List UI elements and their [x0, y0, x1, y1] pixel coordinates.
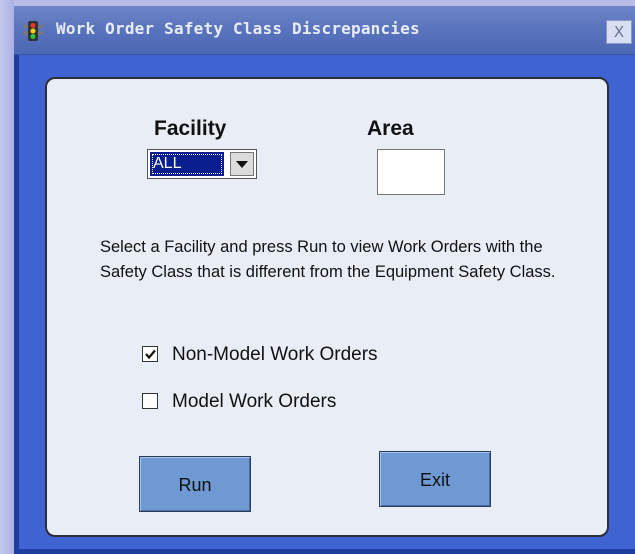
- form-panel: Facility Area ALL Select a Facility and …: [45, 77, 609, 537]
- area-input[interactable]: [377, 149, 445, 195]
- dialog-window: Work Order Safety Class Discrepancies X …: [14, 6, 635, 554]
- facility-label: Facility: [154, 117, 227, 140]
- close-button[interactable]: X: [606, 20, 632, 44]
- desktop-background: [0, 0, 14, 554]
- run-button[interactable]: Run: [139, 456, 251, 512]
- facility-selected-value[interactable]: ALL: [150, 152, 224, 176]
- instructions-text: Select a Facility and press Run to view …: [100, 238, 556, 281]
- window-title: Work Order Safety Class Discrepancies: [56, 19, 420, 38]
- non-model-work-orders-checkbox[interactable]: [142, 346, 158, 362]
- chevron-down-icon: [236, 161, 248, 168]
- dropdown-arrow-button[interactable]: [230, 152, 254, 176]
- checkmark-icon: [145, 349, 156, 360]
- traffic-light-icon: [22, 20, 44, 42]
- facility-dropdown[interactable]: ALL: [147, 149, 257, 179]
- client-area: Facility Area ALL Select a Facility and …: [19, 55, 635, 549]
- title-bar[interactable]: Work Order Safety Class Discrepancies X: [14, 6, 635, 55]
- area-label: Area: [367, 117, 414, 140]
- exit-button[interactable]: Exit: [379, 451, 491, 507]
- model-work-orders-checkbox[interactable]: [142, 393, 158, 409]
- non-model-work-orders-label[interactable]: Non-Model Work Orders: [172, 344, 378, 366]
- model-work-orders-label[interactable]: Model Work Orders: [172, 391, 336, 413]
